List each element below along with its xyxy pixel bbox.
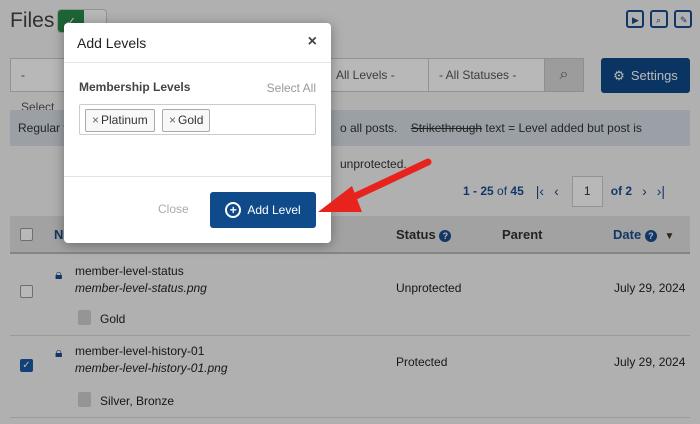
arrow-head xyxy=(318,186,362,212)
annotation-arrow xyxy=(318,158,432,212)
arrow-shaft xyxy=(341,158,432,205)
